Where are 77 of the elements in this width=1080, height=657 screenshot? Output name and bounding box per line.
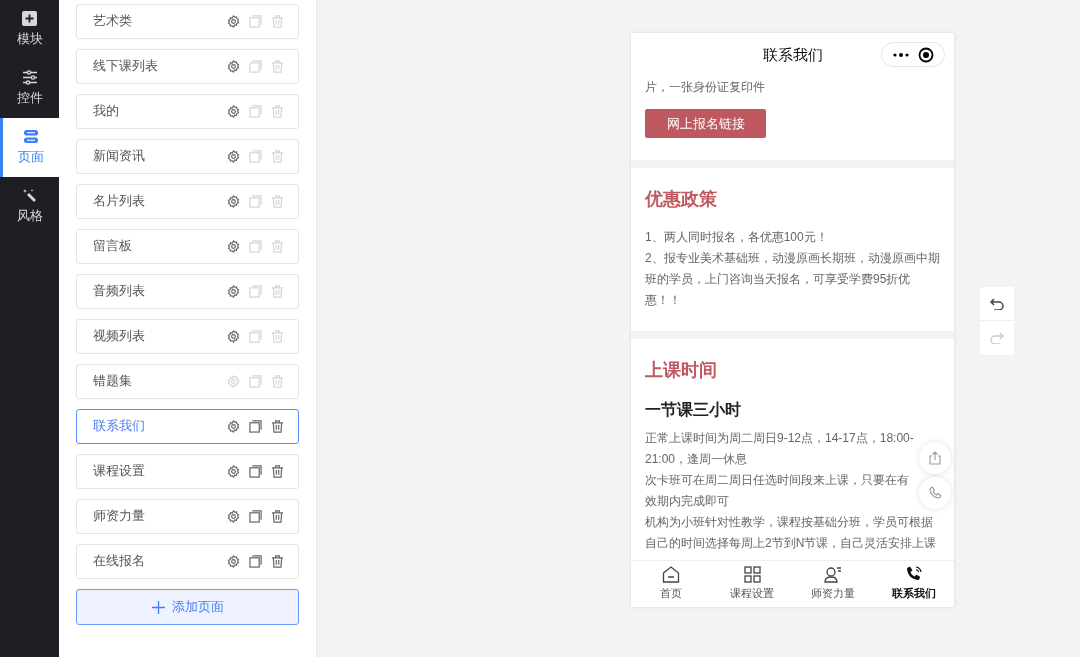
delete-icon[interactable]: [271, 510, 284, 523]
settings-icon[interactable]: [227, 60, 240, 73]
delete-icon[interactable]: [271, 420, 284, 433]
settings-icon[interactable]: [227, 105, 240, 118]
page-name: 在线报名: [93, 553, 146, 571]
page-name: 课程设置: [93, 463, 146, 481]
page-item[interactable]: 音频列表: [76, 274, 299, 309]
tab-bar-item[interactable]: 首页: [631, 561, 712, 607]
grid-icon: [743, 566, 761, 584]
page-item[interactable]: 留言板: [76, 229, 299, 264]
body-text: 次卡班可在周二周日任选时间段来上课，只要在有效期内完成即可: [645, 472, 910, 510]
settings-icon[interactable]: [227, 420, 240, 433]
page-item[interactable]: 艺术类: [76, 4, 299, 39]
add-page-button[interactable]: 添加页面: [76, 589, 299, 625]
settings-icon[interactable]: [227, 285, 240, 298]
page-item[interactable]: 在线报名: [76, 544, 299, 579]
copy-icon[interactable]: [249, 420, 262, 433]
settings-icon[interactable]: [227, 150, 240, 163]
page-name: 师资力量: [93, 508, 146, 526]
copy-icon[interactable]: [249, 510, 262, 523]
page-name: 我的: [93, 103, 120, 121]
delete-icon[interactable]: [271, 465, 284, 478]
body-text: 片，一张身份证复印件: [645, 79, 766, 96]
page-item[interactable]: 视频列表: [76, 319, 299, 354]
tab-bar-item[interactable]: 师资力量: [792, 561, 874, 607]
tab-bar-item[interactable]: 课程设置: [711, 561, 793, 607]
page-name: 音频列表: [93, 283, 146, 301]
section-heading: 优惠政策: [645, 188, 718, 211]
page-name: 错题集: [93, 373, 133, 391]
body-text: 机构为小班针对性教学，课程按基础分班，学员可根据自己的时间选择每周上2节到N节课，自己灵活安排上课: [645, 514, 938, 552]
settings-icon[interactable]: [227, 465, 240, 478]
section-heading: 上课时间: [645, 359, 718, 382]
delete-icon[interactable]: [271, 555, 284, 568]
page-item[interactable]: 我的: [76, 94, 299, 129]
plus-icon: [22, 10, 37, 26]
page-name: 艺术类: [93, 13, 133, 31]
page-item[interactable]: 课程设置: [76, 454, 299, 489]
home-icon: [662, 566, 681, 584]
body-text: 正常上课时间为周二周日9-12点，14-17点，18:00-21:00，逢周一休息: [645, 430, 915, 468]
record-icon: [917, 46, 934, 63]
magic-wand-icon: [22, 187, 37, 203]
page-item[interactable]: 名片列表: [76, 184, 299, 219]
settings-icon[interactable]: [227, 555, 240, 568]
copy-icon[interactable]: [249, 555, 262, 568]
page-item[interactable]: 线下课列表: [76, 49, 299, 84]
page-title: 联系我们: [762, 44, 823, 65]
share-icon: [928, 451, 942, 465]
page-name: 名片列表: [93, 193, 146, 211]
page-item[interactable]: 新闻资讯: [76, 139, 299, 174]
nav-tab[interactable]: 页面: [0, 118, 59, 177]
settings-icon[interactable]: [227, 510, 240, 523]
tab-bar-item[interactable]: 联系我们: [873, 561, 954, 607]
phone-icon: [928, 486, 942, 500]
page-name: 视频列表: [93, 328, 146, 346]
pages-icon: [23, 128, 39, 144]
settings-icon[interactable]: [227, 330, 240, 343]
page-name: 新闻资讯: [93, 148, 146, 166]
plus-icon: [151, 600, 165, 614]
sliders-icon: [21, 69, 38, 85]
undo-icon: [990, 297, 1004, 310]
redo-icon: [990, 332, 1004, 344]
page-item[interactable]: 联系我们: [76, 409, 299, 444]
settings-icon[interactable]: [227, 15, 240, 28]
body-text: 2、报专业美术基础班，动漫原画长期班，动漫原画中期班的学员，上门咨询当天报名，可享受学费95折优惠！！: [645, 250, 940, 309]
settings-icon[interactable]: [227, 240, 240, 253]
call-button[interactable]: [919, 477, 951, 509]
page-name: 留言板: [93, 238, 133, 256]
signup-link-button[interactable]: 网上报名链接: [645, 109, 766, 138]
more-icon: [892, 52, 909, 57]
copy-icon[interactable]: [249, 465, 262, 478]
body-text: 1、两人同时报名，各优惠100元！: [645, 229, 829, 246]
page-item[interactable]: 师资力量: [76, 499, 299, 534]
settings-icon[interactable]: [227, 195, 240, 208]
page-name: 联系我们: [93, 418, 146, 436]
section-subheading: 一节课三小时: [645, 400, 742, 420]
person-icon: [823, 566, 842, 584]
page-name: 线下课列表: [93, 58, 159, 76]
